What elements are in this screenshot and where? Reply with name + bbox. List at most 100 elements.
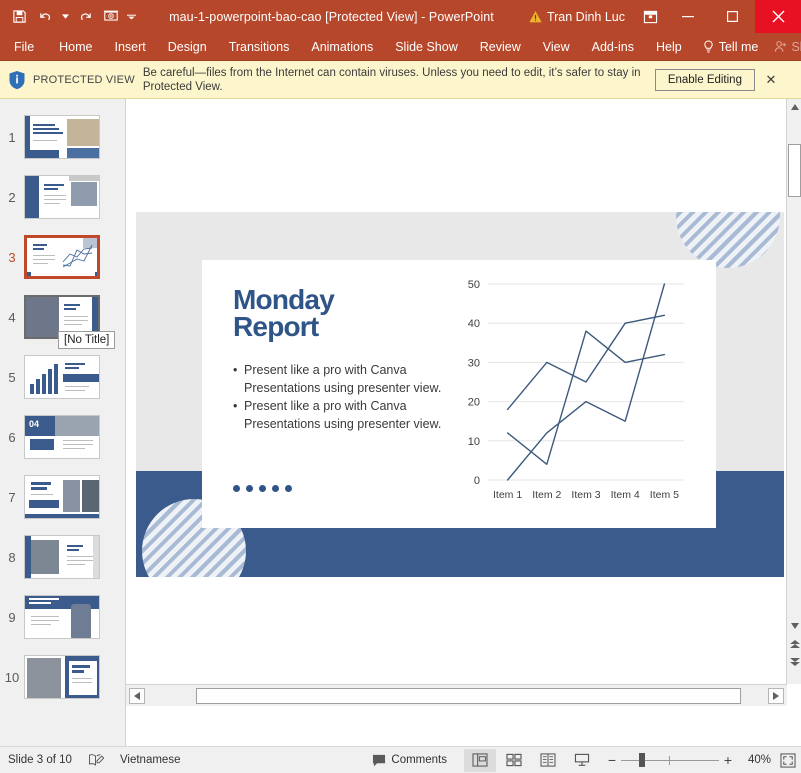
slide-title-line-2: Report xyxy=(233,313,448,340)
thumbnail-slide-8[interactable]: 8 xyxy=(0,527,126,587)
thumbnail-image-10[interactable] xyxy=(24,655,100,699)
chart-y-tick: 40 xyxy=(468,318,480,330)
ribbon-tab-bar: File Home Insert Design Transitions Anim… xyxy=(0,33,801,61)
thumbnail-slide-9[interactable]: 9 xyxy=(0,587,126,647)
thumbnail-slide-1[interactable]: 1 xyxy=(0,107,126,167)
redo-icon[interactable] xyxy=(72,4,98,30)
fit-to-window-button[interactable] xyxy=(775,749,801,772)
thumbnail-number-6: 6 xyxy=(0,430,24,445)
thumbnail-number-1: 1 xyxy=(0,130,24,145)
thumbnail-image-3[interactable] xyxy=(24,235,100,279)
minimize-button[interactable] xyxy=(665,0,710,33)
tab-review[interactable]: Review xyxy=(469,33,532,61)
slide-title: Monday Report xyxy=(233,286,448,340)
tab-animations[interactable]: Animations xyxy=(300,33,384,61)
account-name[interactable]: Tran Dinh Luc xyxy=(525,10,635,24)
slide-content-card: Monday Report • Present like a pro with … xyxy=(202,260,716,528)
zoom-out-button[interactable]: − xyxy=(603,752,621,768)
zoom-slider-thumb[interactable] xyxy=(639,753,645,767)
slide-sorter-view-button[interactable] xyxy=(498,749,530,772)
thumbnail-slide-10[interactable]: 10 xyxy=(0,647,126,707)
undo-dropdown-icon[interactable] xyxy=(58,4,72,30)
tab-help[interactable]: Help xyxy=(645,33,693,61)
previous-slide-button[interactable] xyxy=(787,636,801,651)
language-indicator[interactable]: Vietnamese xyxy=(112,747,189,773)
thumbnail-image-7[interactable] xyxy=(24,475,100,519)
thumbnail-number-10: 10 xyxy=(0,670,24,685)
scroll-up-arrow-icon[interactable] xyxy=(787,99,801,115)
horizontal-scroll-thumb[interactable] xyxy=(196,688,741,704)
chart-y-tick: 50 xyxy=(468,279,480,291)
thumbnail-slide-5[interactable]: 5 xyxy=(0,347,126,407)
maximize-button[interactable] xyxy=(710,0,755,33)
scroll-right-arrow-icon[interactable] xyxy=(768,688,784,704)
current-slide[interactable]: Monday Report • Present like a pro with … xyxy=(136,212,784,577)
chart-x-tick: Item 3 xyxy=(571,489,600,501)
ribbon-display-options-icon[interactable] xyxy=(635,0,665,33)
customize-qat-icon[interactable] xyxy=(124,4,138,30)
scroll-down-arrow-icon[interactable] xyxy=(787,618,801,634)
next-slide-button[interactable] xyxy=(787,654,801,669)
tab-home[interactable]: Home xyxy=(48,33,103,61)
tab-slide-show[interactable]: Slide Show xyxy=(384,33,469,61)
slide-bullet-item: • Present like a pro with Canva Presenta… xyxy=(233,398,448,433)
slide-edit-area[interactable]: Monday Report • Present like a pro with … xyxy=(126,99,787,684)
enable-editing-button[interactable]: Enable Editing xyxy=(655,69,755,91)
slide-bullet-list: • Present like a pro with Canva Presenta… xyxy=(233,362,448,433)
chart-x-tick: Item 4 xyxy=(611,489,640,501)
thumbnail-6-number-text: 04 xyxy=(29,419,39,429)
normal-view-button[interactable] xyxy=(464,749,496,772)
zoom-level-label[interactable]: 40% xyxy=(737,754,771,766)
thumbnail-slide-7[interactable]: 7 xyxy=(0,467,126,527)
vertical-scrollbar[interactable] xyxy=(786,99,801,684)
scroll-left-arrow-icon[interactable] xyxy=(129,688,145,704)
protected-view-close-icon[interactable]: ✕ xyxy=(759,68,783,92)
tab-transitions[interactable]: Transitions xyxy=(218,33,301,61)
thumbnail-number-9: 9 xyxy=(0,610,24,625)
zoom-slider[interactable] xyxy=(621,752,719,768)
vertical-scroll-thumb[interactable] xyxy=(788,144,801,197)
undo-icon[interactable] xyxy=(32,4,58,30)
deco-dot xyxy=(233,485,240,492)
thumbnail-image-2[interactable] xyxy=(24,175,100,219)
bullet-marker-icon: • xyxy=(233,362,244,397)
protected-view-message: Be careful—files from the Internet can c… xyxy=(143,66,655,94)
protected-view-bar: PROTECTED VIEW Be careful—files from the… xyxy=(0,61,801,99)
tab-design[interactable]: Design xyxy=(157,33,218,61)
tell-me-search[interactable]: Tell me xyxy=(693,40,769,54)
slide-counter[interactable]: Slide 3 of 10 xyxy=(0,747,80,773)
slide-dot-decoration xyxy=(233,485,292,492)
status-bar: Slide 3 of 10 Vietnamese Comments − xyxy=(0,746,801,773)
slide-line-chart: 01020304050Item 1Item 2Item 3Item 4Item … xyxy=(452,274,692,514)
thumbnail-slide-6[interactable]: 6 04 xyxy=(0,407,126,467)
thumbnail-image-6[interactable]: 04 xyxy=(24,415,100,459)
slide-thumbnail-pane[interactable]: 1 2 xyxy=(0,99,126,746)
start-presentation-icon[interactable] xyxy=(98,4,124,30)
tab-insert[interactable]: Insert xyxy=(104,33,157,61)
thumbnail-image-9[interactable] xyxy=(24,595,100,639)
powerpoint-window: mau-1-powerpoint-bao-cao [Protected View… xyxy=(0,0,801,773)
close-button[interactable] xyxy=(755,0,801,33)
accessibility-icon[interactable] xyxy=(80,747,112,773)
horizontal-scroll-track[interactable] xyxy=(148,688,765,704)
thumbnail-tooltip: [No Title] xyxy=(58,331,115,349)
thumbnail-number-3: 3 xyxy=(0,250,24,265)
thumbnail-image-5[interactable] xyxy=(24,355,100,399)
thumbnail-number-5: 5 xyxy=(0,370,24,385)
zoom-in-button[interactable]: + xyxy=(719,752,737,768)
comments-button[interactable]: Comments xyxy=(364,747,455,773)
reading-view-button[interactable] xyxy=(532,749,564,772)
chart-x-tick: Item 1 xyxy=(493,489,522,501)
save-icon[interactable] xyxy=(6,4,32,30)
tab-file[interactable]: File xyxy=(0,33,48,61)
thumbnail-slide-3[interactable]: 3 xyxy=(0,227,126,287)
quick-access-toolbar xyxy=(0,4,138,30)
thumbnail-image-1[interactable] xyxy=(24,115,100,159)
slide-show-view-button[interactable] xyxy=(566,749,598,772)
tab-add-ins[interactable]: Add-ins xyxy=(581,33,645,61)
thumbnail-image-8[interactable] xyxy=(24,535,100,579)
thumbnail-slide-2[interactable]: 2 xyxy=(0,167,126,227)
tab-view[interactable]: View xyxy=(532,33,581,61)
zoom-control[interactable]: − + 40% xyxy=(599,752,775,768)
horizontal-scrollbar[interactable] xyxy=(126,684,787,706)
